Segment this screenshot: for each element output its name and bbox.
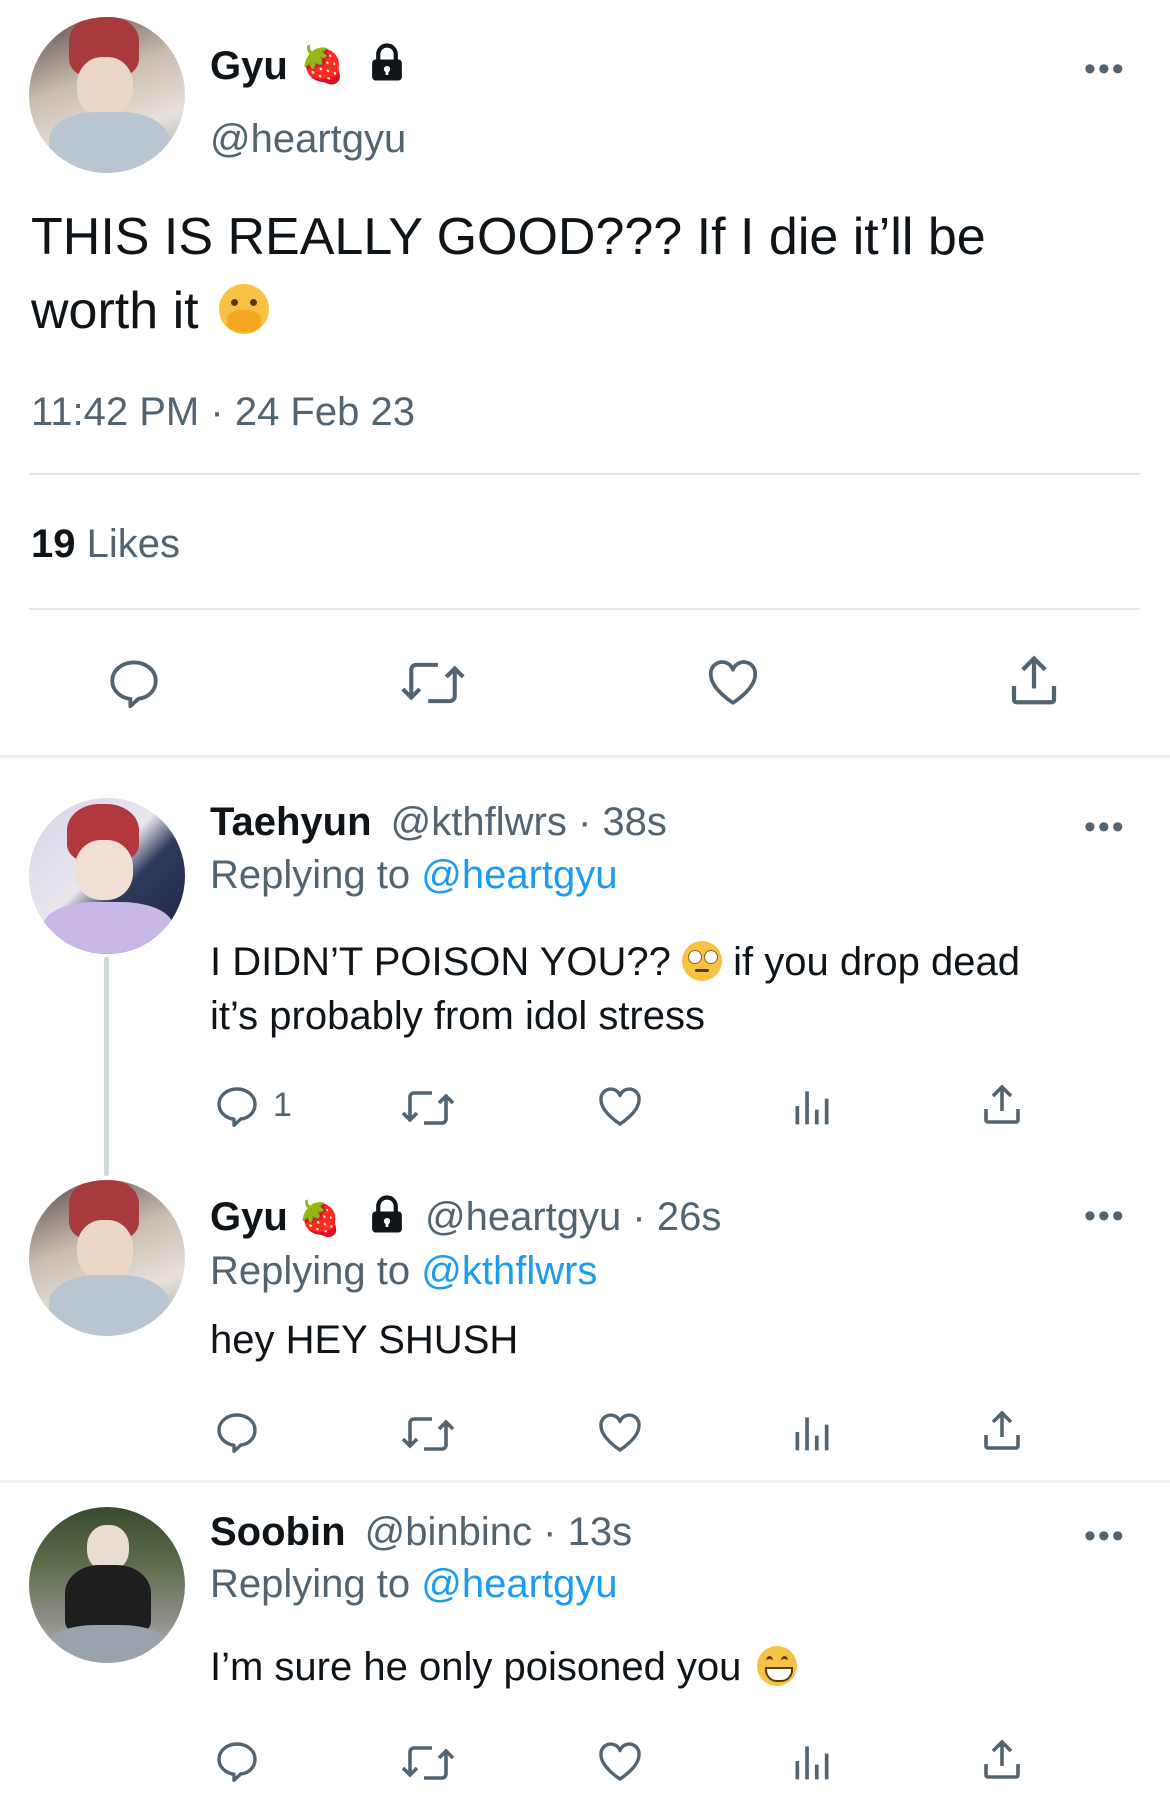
reply-text: I’m sure he only poisoned you [210, 1645, 797, 1690]
more-options-icon[interactable]: ••• [1084, 52, 1126, 86]
lock-icon [366, 1194, 408, 1236]
more-options-icon[interactable]: ••• [1084, 1199, 1126, 1233]
share-icon[interactable] [978, 1080, 1026, 1130]
handle[interactable]: @heartgyu [210, 117, 406, 162]
avatar-soobin[interactable] [29, 1507, 185, 1663]
likes-stat[interactable]: 19 Likes [31, 522, 180, 567]
tweet-text: THIS IS REALLY GOOD??? If I die it’ll be… [31, 200, 1131, 348]
replying-to: Replying to @heartgyu [210, 1562, 618, 1607]
reply-time[interactable]: 38s [602, 800, 667, 844]
avatar-gyu[interactable] [29, 1180, 185, 1336]
reply-handle[interactable]: @binbinc [365, 1510, 532, 1554]
avatar-gyu[interactable] [29, 17, 185, 173]
reply-header: Taehyun @kthflwrs · 38s [210, 800, 667, 845]
tweet-time: 11:42 PM [31, 390, 200, 434]
divider [29, 608, 1140, 610]
share-icon[interactable] [1004, 650, 1064, 712]
analytics-icon[interactable] [790, 1084, 834, 1128]
reply-separator: · [632, 1195, 646, 1239]
retweet-icon[interactable] [399, 1739, 457, 1787]
reply-text-part2: if you drop dead [733, 940, 1020, 984]
grinning-emoji-icon [756, 1646, 797, 1686]
reply-handle[interactable]: @heartgyu [425, 1195, 621, 1239]
section-divider [0, 1480, 1170, 1483]
reply-count: 1 [273, 1086, 292, 1124]
replying-to-link[interactable]: @heartgyu [421, 1562, 617, 1606]
reply-display-name[interactable]: Gyu [210, 1195, 288, 1239]
reply-icon[interactable] [213, 1082, 261, 1130]
timestamp[interactable]: 11:42 PM · 24 Feb 23 [31, 390, 415, 435]
reply-meta: @heartgyu · 26s [425, 1195, 721, 1240]
replying-to-label: Replying to [210, 853, 411, 897]
reply-display-name[interactable]: Soobin [210, 1510, 346, 1554]
like-icon[interactable] [596, 1409, 644, 1457]
tweet-text-line1: THIS IS REALLY GOOD??? If I die it’ll be [31, 208, 986, 266]
replying-to: Replying to @heartgyu [210, 853, 618, 898]
reply-separator: · [577, 800, 592, 844]
section-divider [0, 755, 1170, 758]
reply-icon[interactable] [213, 1737, 261, 1785]
likes-count: 19 [31, 522, 76, 566]
avatar-taehyun[interactable] [29, 798, 185, 954]
like-icon[interactable] [704, 655, 762, 711]
replying-to-label: Replying to [210, 1249, 411, 1293]
reply-icon[interactable] [105, 654, 163, 712]
like-icon[interactable] [596, 1083, 644, 1131]
reply-time[interactable]: 26s [657, 1195, 722, 1239]
reply-text-line2: it’s probably from idol stress [210, 994, 705, 1038]
reply-text: hey HEY SHUSH [210, 1318, 519, 1362]
like-icon[interactable] [596, 1738, 644, 1786]
tweet-date: 24 Feb 23 [234, 390, 415, 434]
replying-to-label: Replying to [210, 1562, 411, 1606]
retweet-icon[interactable] [399, 1410, 457, 1458]
retweet-icon[interactable] [398, 654, 468, 712]
lock-icon [366, 42, 408, 84]
strawberry-icon: 🍓 [300, 44, 345, 85]
reply-separator: · [543, 1510, 557, 1554]
likes-label: Likes [86, 522, 181, 566]
analytics-icon[interactable] [790, 1410, 834, 1454]
divider [29, 473, 1140, 475]
reply-time[interactable]: 13s [568, 1510, 633, 1554]
more-options-icon[interactable]: ••• [1084, 810, 1126, 844]
strawberry-icon: 🍓 [298, 1200, 342, 1238]
replying-to-link[interactable]: @kthflwrs [421, 1249, 597, 1293]
reply-icon[interactable] [213, 1408, 261, 1456]
reply-display-name[interactable]: Taehyun [210, 800, 372, 844]
reply-handle[interactable]: @kthflwrs [391, 800, 567, 844]
more-options-icon[interactable]: ••• [1084, 1519, 1126, 1553]
replying-to: Replying to @kthflwrs [210, 1249, 597, 1294]
reply-text-part1: I DIDN’T POISON YOU?? [210, 940, 671, 984]
hand-over-mouth-emoji-icon [219, 284, 270, 334]
rolling-eyes-emoji-icon [681, 941, 722, 981]
reply-text: I DIDN’T POISON YOU?? if you drop dead i… [210, 935, 1110, 1043]
replying-to-link[interactable]: @heartgyu [421, 853, 617, 897]
display-name[interactable]: Gyu [210, 44, 288, 89]
tweet-text-line2: worth it [31, 282, 199, 340]
analytics-icon[interactable] [790, 1739, 834, 1783]
share-icon[interactable] [978, 1735, 1026, 1785]
reply-header: Gyu 🍓 [210, 1195, 341, 1240]
share-icon[interactable] [978, 1406, 1026, 1456]
timestamp-separator: · [210, 390, 224, 434]
thread-connector [104, 957, 109, 1176]
retweet-icon[interactable] [399, 1084, 457, 1132]
reply-text-body: I’m sure he only poisoned you [210, 1645, 742, 1689]
reply-header: Soobin @binbinc · 13s [210, 1510, 632, 1555]
